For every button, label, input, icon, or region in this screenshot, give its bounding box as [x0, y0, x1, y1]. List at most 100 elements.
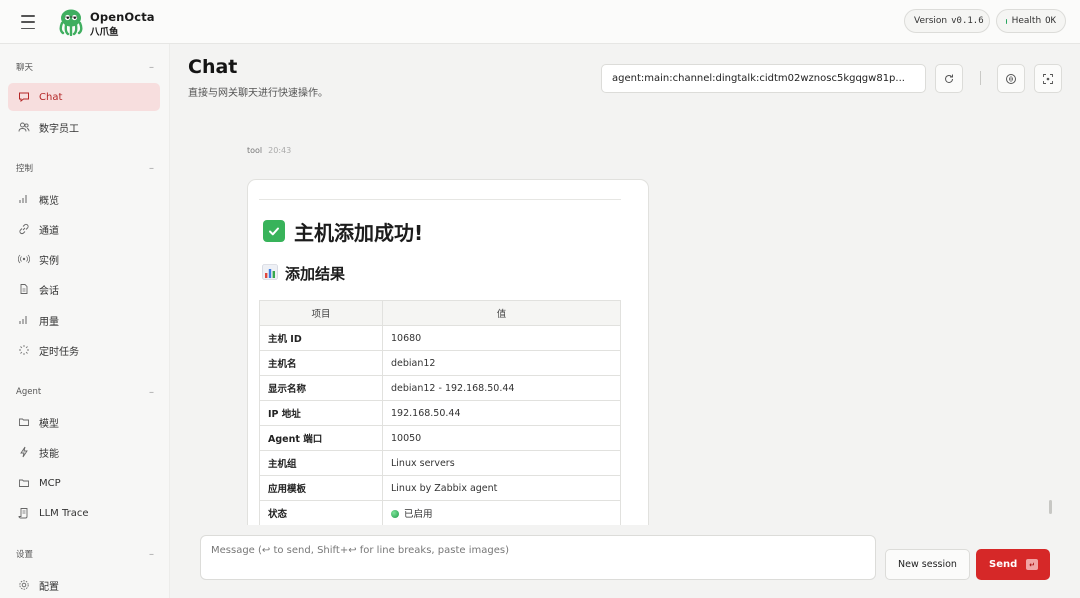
version-badge: Version v0.1.6: [904, 9, 990, 33]
sidebar-item-label: 会话: [39, 285, 59, 297]
section-title: 控制: [16, 164, 34, 174]
sidebar-item-label: 模型: [39, 418, 59, 430]
sidebar-section-settings[interactable]: 设置 –: [16, 547, 154, 561]
new-session-button[interactable]: New session: [885, 549, 970, 580]
focus-mode-button[interactable]: [1034, 64, 1062, 93]
sidebar-item-chat[interactable]: Chat: [8, 83, 160, 111]
link-icon: [18, 223, 30, 235]
page-subtitle: 直接与网关聊天进行快速操作。: [188, 88, 328, 99]
status-text: 已启用: [404, 509, 433, 520]
row-value: 已启用: [382, 500, 621, 525]
sidebar-item-label: MCP: [39, 477, 61, 489]
sidebar-item-label: LLM Trace: [39, 507, 89, 519]
sidebar-item-scheduled-tasks[interactable]: 定时任务: [8, 336, 160, 364]
message-time: 20:43: [268, 146, 292, 155]
collapse-icon[interactable]: –: [149, 387, 154, 398]
scroll-icon: [18, 507, 30, 519]
thinking-toggle-button[interactable]: [997, 64, 1025, 93]
users-icon: [18, 121, 30, 133]
message-input[interactable]: Message (↩ to send, Shift+↩ for line bre…: [200, 535, 876, 580]
sidebar-item-skills[interactable]: 技能: [8, 438, 160, 466]
message-icon: [18, 91, 30, 103]
sidebar-item-instances[interactable]: 实例: [8, 245, 160, 273]
sidebar-item-models[interactable]: 模型: [8, 408, 160, 436]
check-mark-icon: [263, 220, 285, 242]
enter-key-icon: ↵: [1026, 559, 1038, 570]
row-value: Linux by Zabbix agent: [382, 475, 621, 501]
scrollbar-thumb[interactable]: [1049, 500, 1052, 514]
bar-chart-icon: [18, 193, 30, 205]
message-heading: 主机添加成功!: [294, 221, 424, 245]
sidebar-item-label: 实例: [39, 255, 59, 267]
brand-subname: 八爪鱼: [90, 27, 119, 38]
row-key: 主机 ID: [259, 325, 383, 351]
health-label: Health: [1011, 16, 1042, 26]
table-row: 主机名 debian12: [259, 350, 621, 376]
message-meta: tool 20:43: [247, 146, 291, 155]
row-value: Linux servers: [382, 450, 621, 476]
result-table: 项目 值 主机 ID 10680 主机名 debian12 显示名称 debian12…: [259, 300, 621, 525]
sidebar-item-label: 通道: [39, 225, 59, 237]
top-bar: OpenOcta 八爪鱼 Version v0.1.6 Health OK: [0, 0, 1080, 44]
table-row: IP 地址 192.168.50.44: [259, 400, 621, 426]
row-value: 10680: [382, 325, 621, 351]
row-key: 主机名: [259, 350, 383, 376]
table-row: 显示名称 debian12 - 192.168.50.44: [259, 375, 621, 401]
row-key: IP 地址: [259, 400, 383, 426]
sidebar-item-mcp[interactable]: MCP: [8, 469, 160, 497]
row-key: Agent 端口: [259, 425, 383, 451]
section-title: 设置: [16, 550, 34, 560]
octopus-logo-icon: [59, 9, 83, 36]
sidebar-item-digital-employees[interactable]: 数字员工: [8, 113, 160, 141]
row-key: 主机组: [259, 450, 383, 476]
folder-icon: [18, 416, 30, 428]
message-card: 主机添加成功! 添加结果 项目 值 主机 ID 10680 主机名 debian12…: [247, 179, 649, 525]
broadcast-icon: [18, 253, 30, 265]
sidebar-item-label: 用量: [39, 316, 59, 328]
version-value: v0.1.6: [951, 16, 984, 26]
version-label: Version: [914, 16, 948, 26]
table-row: 主机 ID 10680: [259, 325, 621, 351]
table-row: 应用模板 Linux by Zabbix agent: [259, 475, 621, 501]
collapse-icon[interactable]: –: [149, 163, 154, 174]
send-button[interactable]: Send ↵: [976, 549, 1050, 580]
health-status-dot-icon: [1006, 18, 1007, 24]
gear-icon: [18, 579, 30, 591]
menu-icon[interactable]: [18, 13, 38, 31]
sidebar-section-control[interactable]: 控制 –: [16, 161, 154, 175]
session-key-select[interactable]: agent:main:channel:dingtalk:cidtm02wznos…: [601, 64, 926, 93]
sidebar-section-agent[interactable]: Agent –: [16, 385, 154, 399]
sidebar-item-overview[interactable]: 概览: [8, 185, 160, 213]
sidebar-item-config[interactable]: 配置: [8, 571, 160, 598]
sidebar-item-label: 技能: [39, 448, 59, 460]
sidebar-section-chat[interactable]: 聊天 –: [16, 60, 154, 74]
table-row: 状态 已启用: [259, 500, 621, 525]
collapse-icon[interactable]: –: [149, 549, 154, 560]
section-title: 聊天: [16, 63, 34, 73]
row-key: 显示名称: [259, 375, 383, 401]
refresh-button[interactable]: [935, 64, 963, 93]
message-subheading: 添加结果: [285, 265, 346, 283]
table-row: 主机组 Linux servers: [259, 450, 621, 476]
sidebar-item-label: Chat: [39, 91, 63, 103]
sidebar-item-label: 定时任务: [39, 346, 79, 358]
folder-icon: [18, 477, 30, 489]
sidebar: 聊天 – Chat 数字员工 控制 – 概览 通道 实例 会话 用量 定时任务 Ag…: [0, 44, 170, 598]
sidebar-item-usage[interactable]: 用量: [8, 306, 160, 334]
sidebar-item-channels[interactable]: 通道: [8, 215, 160, 243]
refresh-icon: [945, 74, 953, 83]
row-value: debian12 - 192.168.50.44: [382, 375, 621, 401]
health-badge: Health OK: [996, 9, 1066, 33]
sidebar-item-label: 配置: [39, 581, 59, 593]
table-row: Agent 端口 10050: [259, 425, 621, 451]
row-key: 应用模板: [259, 475, 383, 501]
row-value: debian12: [382, 350, 621, 376]
collapse-icon[interactable]: –: [149, 62, 154, 73]
divider: [259, 199, 621, 200]
sidebar-item-sessions[interactable]: 会话: [8, 275, 160, 303]
brand-name: OpenOcta: [90, 10, 155, 24]
sidebar-item-llm-trace[interactable]: LLM Trace: [8, 499, 160, 527]
sidebar-item-label: 概览: [39, 195, 59, 207]
divider: [980, 71, 981, 85]
document-icon: [18, 283, 30, 295]
